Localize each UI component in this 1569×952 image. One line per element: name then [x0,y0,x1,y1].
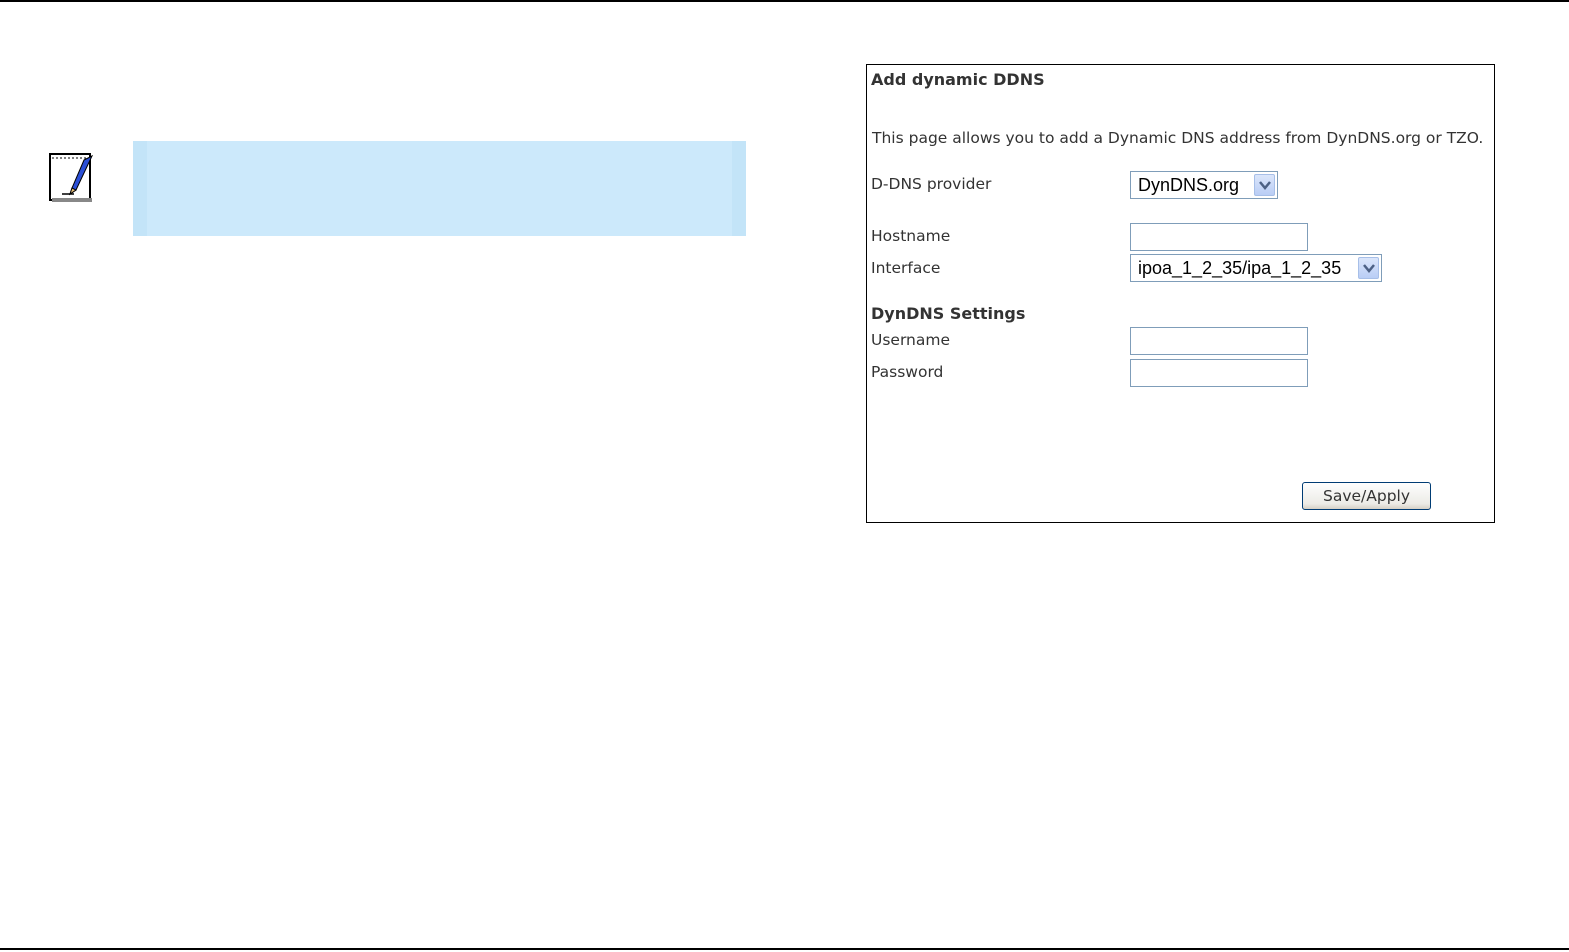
interface-label: Interface [871,259,941,277]
note-box-left-stripe [133,141,147,236]
panel-description: This page allows you to add a Dynamic DN… [872,129,1484,147]
note-box-right-stripe [732,141,746,236]
bottom-rule [0,948,1569,950]
provider-select[interactable]: DynDNS.org [1130,171,1278,199]
top-rule [0,0,1569,2]
password-label: Password [871,363,944,381]
hostname-input[interactable] [1130,223,1308,251]
chevron-down-icon[interactable] [1254,174,1275,196]
interface-select[interactable]: ipoa_1_2_35/ipa_1_2_35 [1130,254,1382,282]
chevron-down-icon[interactable] [1358,257,1379,279]
panel-title: Add dynamic DDNS [871,70,1045,89]
hostname-label: Hostname [871,227,951,245]
note-pad-icon [48,150,98,204]
dyndns-settings-title: DynDNS Settings [871,304,1026,323]
username-label: Username [871,331,951,349]
interface-select-value: ipoa_1_2_35/ipa_1_2_35 [1138,258,1342,278]
note-box [133,141,746,236]
password-input[interactable] [1130,359,1308,387]
username-input[interactable] [1130,327,1308,355]
save-apply-button[interactable]: Save/Apply [1302,482,1431,510]
provider-select-value: DynDNS.org [1138,175,1240,195]
provider-label: D-DNS provider [871,175,992,193]
ddns-panel: Add dynamic DDNS This page allows you to… [866,64,1495,523]
